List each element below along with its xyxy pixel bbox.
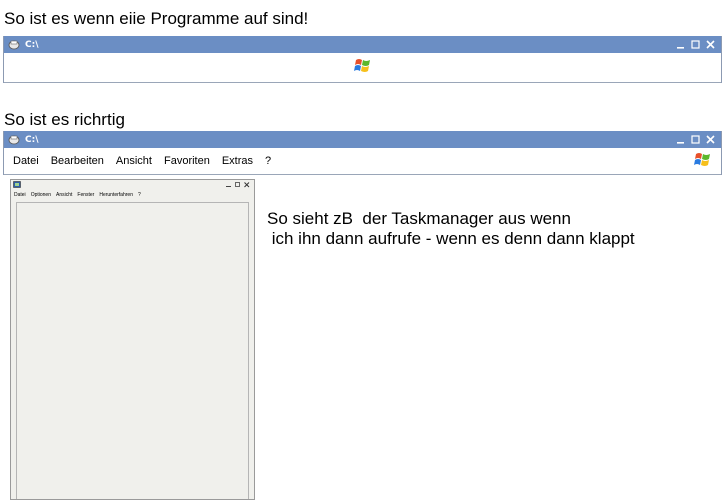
windows-logo-icon: [354, 59, 370, 72]
minimize-button[interactable]: [674, 39, 686, 51]
window-title: C:\: [25, 134, 39, 145]
minimize-icon: [676, 47, 684, 49]
menu-bearbeiten[interactable]: Bearbeiten: [51, 155, 104, 167]
taskmanager-content-panel: [16, 202, 249, 499]
maximize-icon: [690, 135, 700, 144]
caption-mid: So ist es richrtig: [4, 110, 125, 129]
folder-icon: [8, 40, 20, 50]
tm-menu-help[interactable]: ?: [138, 192, 141, 198]
close-icon[interactable]: [244, 182, 250, 188]
window-titlebar[interactable]: C:\: [4, 36, 721, 53]
menu-extras[interactable]: Extras: [222, 155, 253, 167]
taskmanager-menu-bar: Datei Optionen Ansicht Fenster Herunterf…: [11, 191, 254, 199]
close-button[interactable]: [704, 39, 716, 51]
maximize-button[interactable]: [689, 39, 701, 51]
minimize-icon: [676, 142, 684, 144]
window-titlebar[interactable]: C:\: [4, 131, 721, 148]
maximize-button[interactable]: [689, 134, 701, 146]
tm-menu-ansicht[interactable]: Ansicht: [56, 192, 72, 198]
tm-menu-herunterfahren[interactable]: Herunterfahren: [99, 192, 133, 198]
explorer-window-broken: C:\: [3, 36, 722, 83]
menu-ansicht[interactable]: Ansicht: [116, 155, 152, 167]
close-icon: [705, 135, 715, 144]
menu-help[interactable]: ?: [265, 155, 271, 167]
close-icon: [705, 40, 715, 49]
caption-top: So ist es wenn eiie Programme auf sind!: [4, 9, 309, 28]
window-title: C:\: [25, 39, 39, 50]
window-bottom-edge: [4, 174, 721, 175]
taskmanager-window: Datei Optionen Ansicht Fenster Herunterf…: [10, 179, 255, 500]
explorer-window-correct: C:\ Datei Bearbeiten Ansicht Favoriten E…: [3, 131, 722, 175]
tm-menu-fenster[interactable]: Fenster: [77, 192, 94, 198]
folder-icon: [8, 135, 20, 145]
annotation-line-1: So sieht zB der Taskmanager aus wenn: [267, 209, 571, 228]
minimize-button[interactable]: [674, 134, 686, 146]
tm-menu-optionen[interactable]: Optionen: [31, 192, 51, 198]
maximize-icon: [690, 40, 700, 49]
windows-logo-icon: [694, 153, 710, 166]
menu-datei[interactable]: Datei: [13, 155, 39, 167]
menu-favoriten[interactable]: Favoriten: [164, 155, 210, 167]
close-button[interactable]: [704, 134, 716, 146]
window-bottom-edge: [4, 82, 721, 83]
maximize-icon[interactable]: [235, 182, 241, 188]
annotation-line-2: ich ihn dann aufrufe - wenn es denn dann…: [267, 229, 635, 248]
menu-bar: Datei Bearbeiten Ansicht Favoriten Extra…: [4, 148, 721, 174]
taskmanager-titlebar[interactable]: [11, 180, 254, 189]
tm-menu-datei[interactable]: Datei: [14, 192, 26, 198]
taskmanager-icon: [13, 181, 21, 188]
minimize-icon[interactable]: [226, 182, 232, 188]
